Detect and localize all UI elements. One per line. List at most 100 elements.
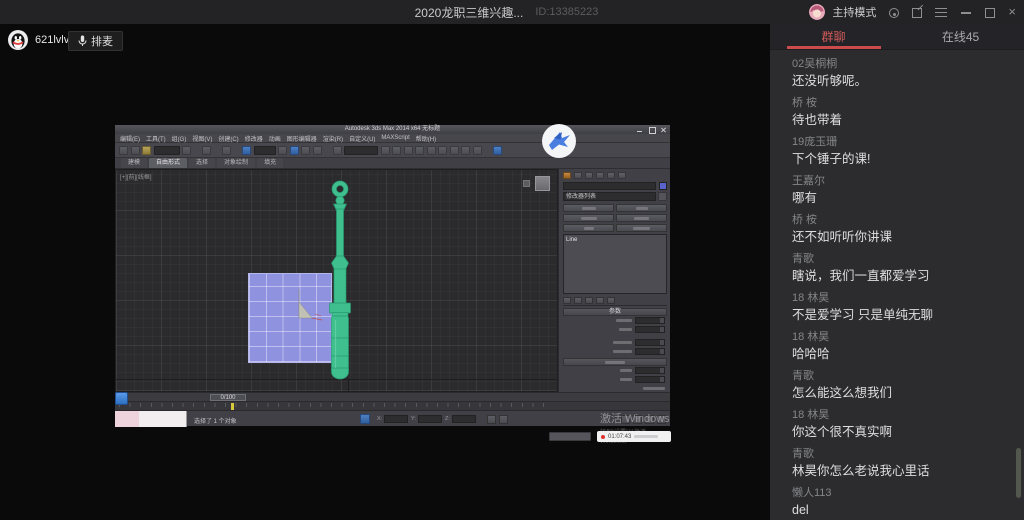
time-slider-bar: 0/100	[115, 392, 670, 401]
titlebar-controls: 主持模式 ×	[809, 0, 1016, 24]
max-menu-item: 工具(T)	[146, 134, 166, 143]
select-by-name-icon	[202, 146, 211, 155]
max-menu-item: 自定义(U)	[349, 134, 375, 143]
select-region-icon	[222, 146, 231, 155]
auto-key-icon	[499, 415, 508, 424]
parameters-rollout-header: 参数	[563, 308, 667, 316]
chat-scrollbar-thumb[interactable]	[1016, 448, 1021, 498]
motion-tab-icon	[596, 172, 604, 179]
max-viewport: [+][前][线框]	[115, 169, 558, 392]
isolate-toggle-icon	[360, 414, 370, 424]
minimize-button[interactable]	[960, 6, 972, 18]
ribbon-tab: 建模	[121, 158, 147, 168]
chat-message-author: 桥 桉	[792, 214, 1010, 227]
menu-icon[interactable]	[935, 7, 947, 19]
max-menu-item: 视图(V)	[192, 134, 212, 143]
popout-icon[interactable]	[912, 8, 922, 18]
modifier-button	[616, 214, 667, 222]
chat-tab[interactable]: 群聊	[770, 24, 897, 49]
chat-tab-bar: 群聊在线45	[770, 24, 1024, 50]
chat-message: 青歌 瞎说，我们一直都爱学习	[792, 253, 1010, 284]
chat-message: 18 林昊 你这个很不真实啊	[792, 409, 1010, 440]
max-menu-item: 图形编辑器	[287, 134, 317, 143]
chat-message-text: 还没听够呢。	[792, 73, 1010, 89]
chat-message-text: 你这个很不真实啊	[792, 424, 1010, 440]
max-window-controls	[636, 127, 667, 133]
recording-time: 01:07:43	[608, 432, 631, 442]
chat-panel: 群聊在线45 02吴桐桐 还没听够呢。 桥 桉 待也带着 19庞玉珊 下个锤子的…	[770, 24, 1024, 520]
utilities-tab-icon	[618, 172, 626, 179]
chat-message-text: 还不如听听你讲课	[792, 229, 1010, 245]
chat-message-text: 林昊你怎么老说我心里话	[792, 463, 1010, 479]
max-menu-item: 渲染(R)	[323, 134, 343, 143]
max-main-toolbar	[115, 143, 670, 158]
mic-queue-button[interactable]: 排麦	[68, 31, 123, 51]
ribbon-tab: 自由形式	[149, 158, 187, 168]
coord-y: Y:	[411, 415, 442, 423]
recording-dot-icon	[601, 435, 605, 439]
chat-message: 青歌 林昊你怎么老说我心里话	[792, 448, 1010, 479]
help-search-icon	[493, 146, 502, 155]
chat-message-author: 懒人113	[792, 487, 1010, 500]
chat-message-author: 19庞玉珊	[792, 136, 1010, 149]
time-slider-handle: 0/100	[210, 394, 246, 401]
screen-recorder-bar: 01:07:43	[597, 431, 671, 442]
qq-avatar	[8, 30, 28, 50]
chat-tab[interactable]: 在线45	[897, 24, 1024, 49]
status-prompt: 选择了 1 个对象	[194, 416, 237, 425]
room-title: 2020龙职三维兴趣...	[415, 4, 524, 21]
app-titlebar: 2020龙职三维兴趣... ID:13385223 主持模式 ×	[0, 0, 1024, 24]
sub-rollout-header	[563, 358, 667, 366]
chat-message-author: 02吴桐桐	[792, 58, 1010, 71]
rotate-icon	[278, 146, 287, 155]
render-setup-icon	[450, 146, 459, 155]
streamer-username: 621lvlv	[35, 34, 69, 46]
chat-message: 02吴桐桐 还没听够呢。	[792, 58, 1010, 89]
video-stage[interactable]: 621lvlv 排麦 Autodesk 3ds Max 2014 x64 无标题	[0, 24, 770, 520]
command-panel-tabs	[563, 170, 667, 180]
track-bar-ruler	[115, 401, 670, 410]
modifier-stack: Line	[563, 234, 667, 294]
live-stream-app: 2020龙职三维兴趣... ID:13385223 主持模式 ×	[0, 0, 1024, 520]
max-ribbon-tabs: 建模自由形式选择对象绘制填充	[115, 158, 670, 169]
chat-message-author: 青歌	[792, 448, 1010, 461]
grid-toggle-icon	[487, 415, 496, 424]
plane-object	[248, 273, 332, 363]
stack-item: Line	[566, 236, 664, 244]
host-mode-button[interactable]: 主持模式	[832, 4, 876, 20]
material-editor-icon	[438, 146, 447, 155]
max-menu-item: 帮助(H)	[416, 134, 436, 143]
move-icon	[242, 146, 251, 155]
param-spinner	[635, 326, 665, 333]
max-menu-item: MAXScript	[381, 135, 409, 141]
layer-manager-icon	[392, 146, 401, 155]
model-3d-object	[116, 170, 557, 391]
max-status-bar: 选择了 1 个对象 X: Y: Z:	[115, 410, 670, 426]
modifier-button	[616, 224, 667, 232]
host-avatar[interactable]	[809, 4, 825, 20]
chat-message-list[interactable]: 02吴桐桐 还没听够呢。 桥 桉 待也带着 19庞玉珊 下个锤子的课! 王嘉尔 …	[770, 50, 1024, 519]
object-name-row	[563, 181, 667, 191]
angle-snap-icon	[313, 146, 322, 155]
chat-message-author: 青歌	[792, 370, 1010, 383]
graphite-icon	[404, 146, 413, 155]
recorder-side-button	[549, 432, 591, 441]
modifier-button	[616, 204, 667, 212]
chat-message: 桥 桉 待也带着	[792, 97, 1010, 128]
taskbar-app-icon	[115, 392, 128, 405]
max-menubar: 编辑(E)工具(T)组(G)视图(V)创建(C)修改器动画图形编辑器渲染(R)自…	[115, 134, 670, 143]
record-mode-icon[interactable]	[889, 8, 899, 18]
max-close-icon	[660, 127, 667, 133]
param-spinner	[635, 317, 665, 324]
microphone-icon	[78, 35, 87, 47]
viewport-label: [+][前][线框]	[120, 172, 152, 181]
redo-icon	[131, 146, 140, 155]
maximize-button[interactable]	[985, 8, 995, 18]
stack-tool-buttons	[563, 296, 667, 306]
max-window-title: Autodesk 3ds Max 2014 x64 无标题	[345, 125, 440, 134]
pin-stack-icon	[563, 297, 571, 304]
bird-logo-watermark	[541, 123, 577, 159]
max-menu-item: 创建(C)	[218, 134, 238, 143]
close-button[interactable]: ×	[1008, 6, 1016, 18]
chat-message-text: 哈哈哈	[792, 346, 1010, 362]
